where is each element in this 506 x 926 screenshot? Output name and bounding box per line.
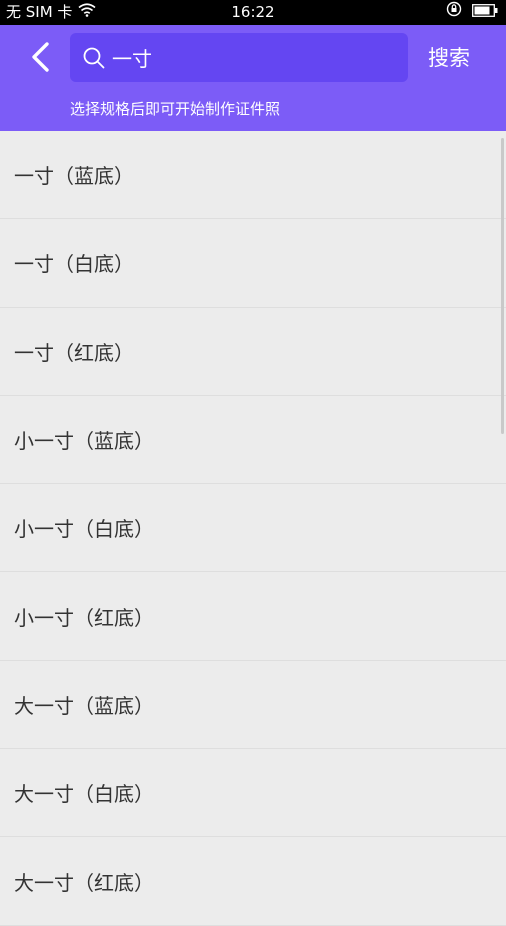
list-item-label: 小一寸（白底） [14, 517, 154, 542]
search-icon [83, 47, 105, 68]
hint-text: 选择规格后即可开始制作证件照 [70, 100, 281, 118]
battery-icon [472, 0, 498, 25]
list-item[interactable]: 一寸（蓝底） [0, 131, 506, 220]
list-item-label: 小一寸（红底） [14, 605, 154, 630]
list-item[interactable]: 一寸（白底） [0, 219, 506, 308]
search-button[interactable]: 搜索 [428, 42, 470, 72]
list-item[interactable]: 一寸（红底） [0, 308, 506, 396]
list-item[interactable]: 小一寸（红底） [0, 572, 506, 661]
list-item[interactable]: 小一寸（白底） [0, 484, 506, 573]
back-button[interactable] [20, 37, 60, 77]
status-bar: 无 SIM 卡 16:22 [0, 0, 506, 25]
scrollbar[interactable] [501, 138, 504, 434]
list-item-label: 大一寸（红底） [14, 870, 154, 895]
list-item[interactable]: 大一寸（白底） [0, 749, 506, 838]
list-item-label: 一寸（白底） [14, 252, 134, 277]
rotation-lock-icon [446, 0, 462, 25]
list-item-label: 大一寸（蓝底） [14, 693, 154, 718]
status-icons [446, 0, 498, 25]
list-item-label: 一寸（蓝底） [14, 164, 134, 189]
list-item[interactable]: 大一寸（蓝底） [0, 661, 506, 750]
search-header: 搜索 选择规格后即可开始制作证件照 [0, 25, 506, 131]
search-input[interactable] [112, 45, 392, 70]
list-item[interactable]: 小一寸（蓝底） [0, 396, 506, 485]
list-item-label: 大一寸（白底） [14, 782, 154, 807]
clock: 16:22 [231, 3, 275, 21]
list-item-label: 一寸（红底） [14, 340, 134, 365]
list-item-label: 小一寸（蓝底） [14, 429, 154, 454]
search-box[interactable] [70, 33, 408, 82]
chevron-left-icon [32, 42, 49, 72]
list-item[interactable]: 大一寸（红底） [0, 837, 506, 926]
spec-list: 一寸（蓝底） 一寸（白底） 一寸（红底） 小一寸（蓝底） 小一寸（白底） 小一寸… [0, 131, 506, 926]
